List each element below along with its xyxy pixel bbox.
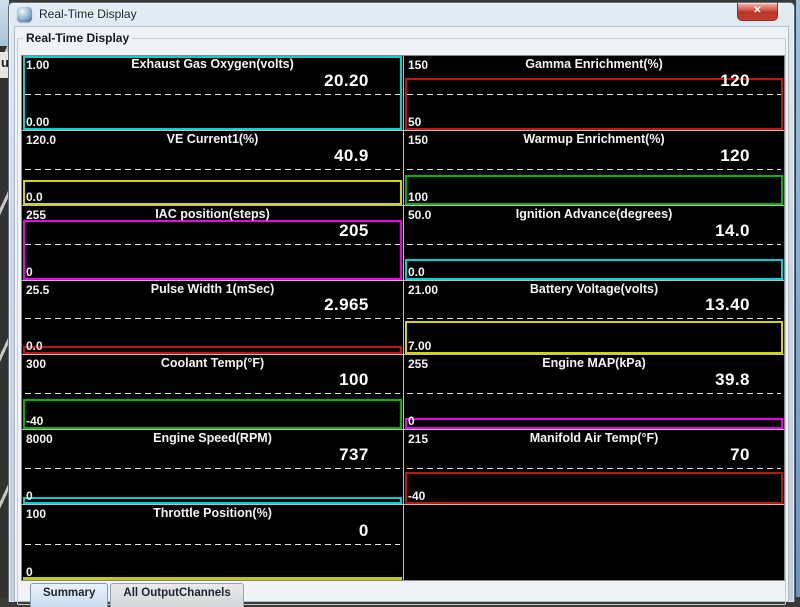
background-desktop-strip	[796, 0, 800, 597]
gauge-value: 100	[339, 370, 369, 390]
gauge-midline	[25, 468, 400, 469]
gauge-min-label: 0	[26, 265, 33, 279]
gauge-engine-speed: 8000Engine Speed(RPM)7370	[22, 430, 404, 505]
title-bar[interactable]: Real-Time Display ✕	[9, 3, 794, 26]
gauge-exhaust-gas-oxygen: 1.00Exhaust Gas Oxygen(volts)20.200.00	[22, 56, 404, 131]
gauge-value: 2.965	[324, 295, 369, 315]
gauge-value: 0	[359, 521, 369, 541]
gauge-midline	[25, 318, 400, 319]
gauge-trace	[23, 180, 402, 205]
gauge-title: Ignition Advance(degrees)	[404, 207, 784, 221]
gauge-midline	[407, 318, 781, 319]
gauge-title: Warmup Enrichment(%)	[404, 132, 784, 146]
gauge-value: 120	[720, 71, 750, 91]
gauge-trace	[405, 259, 783, 280]
gauge-title: Throttle Position(%)	[22, 506, 403, 520]
gauge-title: Gamma Enrichment(%)	[404, 57, 784, 71]
gauge-throttle-position: 100Throttle Position(%)00	[22, 505, 404, 580]
gauge-title: Exhaust Gas Oxygen(volts)	[22, 57, 403, 71]
gauge-midline	[25, 244, 400, 245]
app-icon	[17, 7, 32, 22]
gauge-title: Engine MAP(kPa)	[404, 356, 784, 370]
gauge-trace	[23, 497, 402, 504]
gauge-coolant-temp: 300Coolant Temp(°F)100-40	[22, 355, 404, 430]
gauge-title: VE Current1(%)	[22, 132, 403, 146]
gauge-battery-voltage: 21.00Battery Voltage(volts)13.407.00	[404, 281, 784, 356]
gauge-value: 20.20	[324, 71, 369, 91]
realtime-display-window: Real-Time Display ✕ Real-Time Display 1.…	[8, 2, 795, 602]
gauge-min-label: -40	[26, 414, 43, 428]
gauge-min-label: 0	[408, 414, 415, 428]
gauge-iac-position: 255IAC position(steps)2050	[22, 206, 404, 281]
gauge-min-label: 7.00	[408, 339, 431, 353]
gauge-midline	[407, 169, 781, 170]
gauge-midline	[407, 94, 781, 95]
gauge-warmup-enrichment: 150Warmup Enrichment(%)120100	[404, 131, 784, 206]
gauge-trace	[405, 472, 783, 504]
gauge-value: 40.9	[334, 146, 369, 166]
tab-all-outputchannels[interactable]: All OutputChannels	[110, 583, 243, 607]
gauge-trace	[23, 346, 402, 355]
gauge-midline	[407, 393, 781, 394]
close-button[interactable]: ✕	[737, 3, 778, 21]
gauge-midline	[25, 544, 400, 545]
window-title: Real-Time Display	[39, 7, 137, 21]
gauge-title: Manifold Air Temp(°F)	[404, 431, 784, 445]
gauge-trace	[23, 577, 402, 580]
gauge-min-label: 100	[408, 190, 428, 204]
gauge-gamma-enrichment: 150Gamma Enrichment(%)12050	[404, 56, 784, 131]
gauge-value: 13.40	[705, 295, 750, 315]
gauge-min-label: 0.0	[408, 265, 425, 279]
gauge-trace	[405, 418, 783, 430]
gauge-ignition-advance: 50.0Ignition Advance(degrees)14.00.0	[404, 206, 784, 281]
gauge-min-label: 50	[408, 115, 421, 129]
gauge-min-label: 0.0	[26, 339, 43, 353]
gauge-trace	[405, 321, 783, 355]
gauge-title: IAC position(steps)	[22, 207, 403, 221]
gauge-min-label: 0	[26, 565, 33, 579]
gauge-empty-cell	[404, 505, 784, 580]
gauge-midline	[25, 393, 400, 394]
gauge-value: 14.0	[715, 221, 750, 241]
gauge-value: 205	[339, 221, 369, 241]
gauge-trace	[405, 175, 783, 205]
group-box-label: Real-Time Display	[23, 31, 132, 45]
tab-bar: SummaryAll OutputChannels	[30, 583, 244, 607]
gauge-midline	[25, 94, 400, 95]
gauge-min-label: 0.0	[26, 190, 43, 204]
gauge-value: 737	[339, 445, 369, 465]
gauge-manifold-air-temp: 215Manifold Air Temp(°F)70-40	[404, 430, 784, 505]
gauge-value: 70	[730, 445, 750, 465]
gauge-pulse-width-1: 25.5Pulse Width 1(mSec)2.9650.0	[22, 281, 404, 356]
gauge-grid: 1.00Exhaust Gas Oxygen(volts)20.200.0012…	[21, 55, 785, 581]
gauge-min-label: 0.00	[26, 115, 49, 129]
gauge-title: Engine Speed(RPM)	[22, 431, 403, 445]
gauge-title: Battery Voltage(volts)	[404, 282, 784, 296]
gauge-ve-current1: 120.0VE Current1(%)40.90.0	[22, 131, 404, 206]
gauge-midline	[407, 468, 781, 469]
gauge-value: 39.8	[715, 370, 750, 390]
gauge-midline	[25, 169, 400, 170]
gauge-value: 120	[720, 146, 750, 166]
gauge-engine-map: 255Engine MAP(kPa)39.80	[404, 355, 784, 430]
client-area: Real-Time Display 1.00Exhaust Gas Oxygen…	[14, 26, 789, 602]
gauge-midline	[407, 244, 781, 245]
gauge-title: Pulse Width 1(mSec)	[22, 282, 403, 296]
gauge-trace	[23, 399, 402, 429]
gauge-title: Coolant Temp(°F)	[22, 356, 403, 370]
tab-summary[interactable]: Summary	[30, 583, 108, 607]
gauge-min-label: 0	[26, 489, 33, 503]
gauge-min-label: -40	[408, 489, 425, 503]
